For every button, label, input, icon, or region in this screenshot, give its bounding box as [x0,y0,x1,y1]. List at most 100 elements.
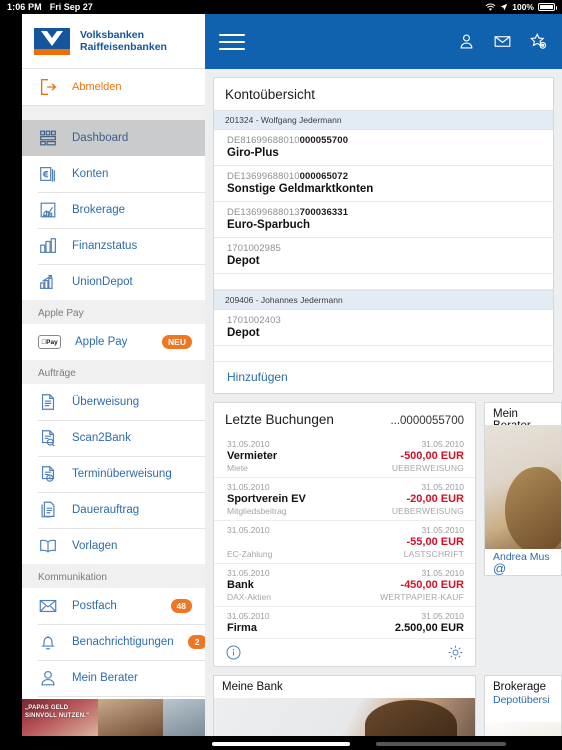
sidebar-section-apple-pay: Apple Pay [22,300,205,324]
txn-date-left: 31.05.2010 [227,611,270,621]
sidebar-item-konten[interactable]: Konten [22,156,205,192]
sidebar-item-scan2bank[interactable]: Scan2Bank [22,420,205,456]
txn-type: WERTPAPIER-KAUF [380,592,464,602]
brand-line-1: Volksbanken [80,28,144,41]
account-name: Euro-Sparbuch [227,219,311,231]
sidebar-item-uniondepot[interactable]: UnionDepot [22,264,205,300]
account-number: DE81699688010000055700 [227,135,349,146]
sidebar-item-label: Konten [72,168,109,180]
sidebar-item-dashboard[interactable]: Dashboard [22,120,205,156]
txn-date-right: 31.05.2010 [421,568,464,578]
info-circle-icon[interactable] [225,644,242,661]
account-row[interactable]: DE13699688013700036331 Euro-Sparbuch [214,202,553,238]
account-row[interactable]: DE81699688010000055700 Giro-Plus [214,130,553,166]
table-row[interactable]: 31.05.2010 31.05.2010 Firma 2.500,00 EUR [214,607,475,639]
sidebar-item-label: UnionDepot [72,276,133,288]
txn-date-left: 31.05.2010 [227,439,270,449]
document-icon [41,394,55,410]
account-row[interactable]: DE13699688010000065072 Sonstige Geldmark… [214,166,553,202]
book-open-icon [40,539,56,553]
sidebar-item-finanzstatus[interactable]: Finanzstatus [22,228,205,264]
sidebar-item-label: Scan2Bank [72,432,131,444]
person-icon [41,670,55,686]
home-indicator[interactable] [212,742,350,746]
sidebar-item-label: Überweisung [72,396,140,408]
sidebar-item-label: Postfach [72,600,117,612]
sidebar-item-vorlagen[interactable]: Vorlagen [22,528,205,564]
txn-purpose: EC-Zahlung [227,549,273,559]
account-row[interactable]: 1701002985 Depot [214,238,553,274]
chart-line-icon [40,202,56,218]
txn-date-right: 31.05.2010 [421,525,464,535]
card-title: Kontoübersicht [225,87,316,102]
battery-percent: 100% [512,2,534,12]
account-name: Depot [227,327,260,339]
advisor-card[interactable]: Mein Berater Andrea Mus @ [484,402,562,576]
txn-date-right: 31.05.2010 [421,611,464,621]
transactions-card: Letzte Buchungen ...0000055700 31.05.201… [213,402,476,667]
logout-label: Abmelden [72,81,122,93]
add-account-button[interactable]: Hinzufügen [214,362,553,393]
logout-button[interactable]: Abmelden [22,69,205,106]
txn-date-right: 31.05.2010 [421,439,464,449]
txn-purpose: DAX-Aktien [227,592,271,602]
transactions-footer [214,639,475,666]
table-row[interactable]: 31.05.2010 31.05.2010 Vermieter -500,00 … [214,435,475,478]
vr-bank-logo [34,27,70,55]
promo-banner[interactable]: „PAPAS GELD SINNVOLL NUTZEN." [22,699,205,736]
person-icon[interactable] [457,32,476,51]
table-row[interactable]: 31.05.2010 31.05.2010 -55,00 EUR EC-Zahl… [214,521,475,564]
ipad-screen: 1:06 PM Fri Sep 27 100% Volksbanken Raif… [0,0,562,750]
status-badge: 2 [187,635,205,649]
txn-purpose: Mitgliedsbeitrag [227,506,287,516]
envelope-icon[interactable] [493,32,512,51]
brokerage-photo [485,722,561,736]
document-clock-icon [41,466,55,482]
group-separator [214,346,553,362]
txn-name: Bank [227,579,254,591]
envelope-icon [39,599,57,613]
gear-icon[interactable] [447,644,464,661]
status-time: 1:06 PM [7,2,42,12]
euro-cards-icon [40,167,55,182]
status-badge: 48 [170,599,192,613]
account-name: Giro-Plus [227,147,279,159]
sidebar-item-mein-berater[interactable]: Mein Berater [22,660,205,696]
sidebar-item-terminueberweisung[interactable]: Terminüberweisung [22,456,205,492]
advisor-footer: Andrea Mus @ [485,549,561,575]
table-row[interactable]: 31.05.2010 31.05.2010 Bank -450,00 EUR D… [214,564,475,607]
card-title: Meine Bank [222,681,283,693]
hamburger-menu-icon[interactable] [219,33,245,50]
battery-icon [538,3,557,11]
sidebar-item-benachrichtigungen[interactable]: Benachrichtigungen 2 [22,624,205,660]
main-panel: Kontoübersicht 201324 - Wolfgang Jederma… [205,14,562,736]
star-gear-icon[interactable] [529,32,548,51]
txn-amount: -55,00 EUR [406,536,464,548]
apple-pay-icon: Pay [38,335,61,349]
txn-date-left: 31.05.2010 [227,482,270,492]
status-badge: NEU [162,335,192,349]
sidebar-item-brokerage[interactable]: Brokerage [22,192,205,228]
txn-amount: -450,00 EUR [400,579,464,591]
at-sign-icon[interactable]: @ [493,562,553,575]
sidebar-section-kommunikation: Kommunikation [22,564,205,588]
bank-card[interactable]: Meine Bank Neu [213,675,476,736]
sidebar-item-postfach[interactable]: Postfach 48 [22,588,205,624]
account-row[interactable]: 1701002403 Depot [214,310,553,346]
sidebar-item-apple-pay[interactable]: Pay Apple Pay NEU [22,324,205,360]
promo-text: „PAPAS GELD SINNVOLL NUTZEN." [25,705,90,719]
group-separator [214,274,553,290]
sidebar-item-label: Benachrichtigungen [72,636,174,648]
advisor-photo [485,425,561,554]
sidebar-item-label: Terminüberweisung [72,468,172,480]
sidebar-item-dauerauftrag[interactable]: Dauerauftrag [22,492,205,528]
brokerage-card[interactable]: Brokerage Depotübersi [484,675,562,736]
txn-amount: -500,00 EUR [400,450,464,462]
account-number: 1701002403 [227,315,281,326]
home-indicator-secondary[interactable] [376,742,506,746]
sidebar-item-ueberweisung[interactable]: Überweisung [22,384,205,420]
txn-name [227,536,404,548]
sidebar-item-label: Dashboard [72,132,129,144]
location-arrow-icon [500,3,508,11]
table-row[interactable]: 31.05.2010 31.05.2010 Sportverein EV -20… [214,478,475,521]
